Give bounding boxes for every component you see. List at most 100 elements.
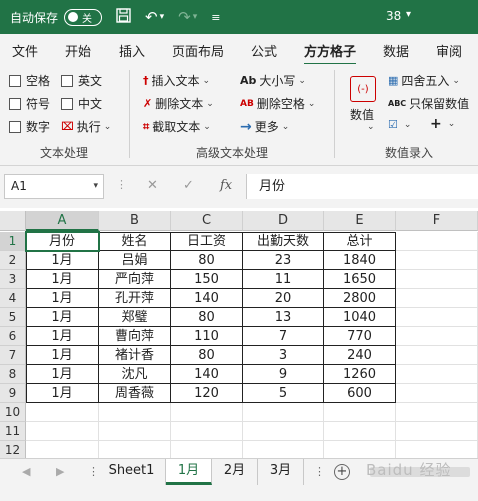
cell-e1[interactable]: 总计 (324, 232, 396, 251)
round-button[interactable]: ▦ 四舍五入 ⌄ (388, 72, 460, 89)
insert-text-button[interactable]: † 插入文本 ⌄ (143, 72, 210, 89)
cell-d6[interactable]: 7 (243, 327, 324, 346)
chevron-down-icon[interactable]: ▾ (93, 175, 98, 198)
cell-f6[interactable] (396, 327, 478, 346)
row-header-6[interactable]: 6 (0, 327, 26, 346)
cell-e5[interactable]: 1040 (324, 308, 396, 327)
save-icon[interactable] (116, 7, 131, 27)
cell-c11[interactable] (171, 422, 243, 441)
cell-e9[interactable]: 600 (324, 384, 396, 403)
cell-d1[interactable]: 出勤天数 (243, 232, 324, 251)
cell-c8[interactable]: 140 (171, 365, 243, 384)
tab-insert[interactable]: 插入 (119, 41, 145, 60)
extract-text-button[interactable]: ⌗ 截取文本 ⌄ (143, 118, 211, 135)
row-header-9[interactable]: 9 (0, 384, 26, 403)
cell-a4[interactable]: 1月 (26, 289, 99, 308)
cell-e2[interactable]: 1840 (324, 251, 396, 270)
customize-qat-icon[interactable]: ≡ (211, 11, 220, 24)
cell-a9[interactable]: 1月 (26, 384, 99, 403)
row-header-5[interactable]: 5 (0, 308, 26, 327)
tab-formulas[interactable]: 公式 (251, 41, 277, 60)
tab-home[interactable]: 开始 (65, 41, 91, 60)
cell-d3[interactable]: 11 (243, 270, 324, 289)
undo-dropdown-icon[interactable]: ▾ (160, 12, 165, 22)
formula-input[interactable]: 月份 (246, 174, 478, 199)
cell-b1[interactable]: 姓名 (99, 232, 171, 251)
cell-e8[interactable]: 1260 (324, 365, 396, 384)
sheet-tab-sheet1[interactable]: Sheet1 (98, 459, 166, 485)
cell-b11[interactable] (99, 422, 171, 441)
cell-d8[interactable]: 9 (243, 365, 324, 384)
column-header-c[interactable]: C (171, 211, 243, 231)
row-header-2[interactable]: 2 (0, 251, 26, 270)
column-header-d[interactable]: D (243, 211, 324, 231)
autosave-toggle[interactable]: 关 (64, 8, 103, 26)
tab-data[interactable]: 数据 (383, 41, 409, 60)
cell-d9[interactable]: 5 (243, 384, 324, 403)
checkbox-english[interactable]: 英文 (61, 72, 102, 89)
cell-d11[interactable] (243, 422, 324, 441)
cell-c6[interactable]: 110 (171, 327, 243, 346)
tab-review[interactable]: 审阅 (436, 41, 462, 60)
cell-a7[interactable]: 1月 (26, 346, 99, 365)
edit-check-button[interactable]: ☑ ⌄ (388, 118, 411, 131)
insert-function-icon[interactable]: fx (220, 178, 232, 193)
cell-d4[interactable]: 20 (243, 289, 324, 308)
cell-b2[interactable]: 吕娟 (99, 251, 171, 270)
keep-number-button[interactable]: ABC 只保留数值 (388, 95, 469, 112)
number-dropdown[interactable]: ⌄ (364, 122, 375, 132)
add-sheet-button[interactable]: + (334, 464, 350, 480)
cell-e7[interactable]: 240 (324, 346, 396, 365)
checkbox-chinese[interactable]: 中文 (61, 95, 102, 112)
checkbox-symbol[interactable]: 符号 (9, 95, 50, 112)
checkbox-space[interactable]: 空格 (9, 72, 50, 89)
cell-e6[interactable]: 770 (324, 327, 396, 346)
cell-a5[interactable]: 1月 (26, 308, 99, 327)
select-all-corner[interactable] (0, 211, 26, 231)
case-button[interactable]: Ab 大小写 ⌄ (240, 72, 306, 89)
tab-file[interactable]: 文件 (12, 41, 38, 60)
cell-f8[interactable] (396, 365, 478, 384)
redo-icon[interactable]: ↷ (178, 8, 191, 26)
cell-b7[interactable]: 褚计香 (99, 346, 171, 365)
sheet-tab-jan[interactable]: 1月 (166, 459, 212, 485)
sheet-tab-feb[interactable]: 2月 (212, 459, 258, 485)
name-box[interactable]: A1 ▾ (4, 174, 104, 199)
cell-c10[interactable] (171, 403, 243, 422)
row-header-4[interactable]: 4 (0, 289, 26, 308)
sheet-tab-mar[interactable]: 3月 (258, 459, 304, 485)
cell-c4[interactable]: 140 (171, 289, 243, 308)
cell-e11[interactable] (324, 422, 396, 441)
column-header-a[interactable]: A (26, 211, 99, 231)
cell-b9[interactable]: 周香薇 (99, 384, 171, 403)
redo-dropdown-icon[interactable]: ▾ (193, 12, 198, 22)
cell-f1[interactable] (396, 232, 478, 251)
row-header-3[interactable]: 3 (0, 270, 26, 289)
cell-b4[interactable]: 孔开萍 (99, 289, 171, 308)
more-button[interactable]: → 更多 ⌄ (240, 118, 289, 135)
next-sheet-icon[interactable]: ▶ (56, 465, 64, 478)
cell-a8[interactable]: 1月 (26, 365, 99, 384)
cell-b8[interactable]: 沈凡 (99, 365, 171, 384)
more-options-icon[interactable]: ⋮ (116, 178, 127, 191)
cell-a10[interactable] (26, 403, 99, 422)
cell-d10[interactable] (243, 403, 324, 422)
checkbox-number[interactable]: 数字 (9, 118, 50, 135)
cell-e10[interactable] (324, 403, 396, 422)
column-header-b[interactable]: B (99, 211, 171, 231)
cell-c7[interactable]: 80 (171, 346, 243, 365)
cell-a11[interactable] (26, 422, 99, 441)
delete-text-button[interactable]: ✗ 删除文本 ⌄ (143, 95, 214, 112)
cell-f10[interactable] (396, 403, 478, 422)
title-caret-icon[interactable]: ▾ (406, 9, 411, 20)
cell-f2[interactable] (396, 251, 478, 270)
cell-b5[interactable]: 郑璧 (99, 308, 171, 327)
row-header-1[interactable]: 1 (0, 232, 26, 251)
prev-sheet-icon[interactable]: ◀ (22, 465, 30, 478)
execute-button[interactable]: ⌧ 执行 ⌄ (61, 118, 111, 135)
cell-d5[interactable]: 13 (243, 308, 324, 327)
add-button[interactable]: + ⌄ (430, 116, 455, 132)
cell-a6[interactable]: 1月 (26, 327, 99, 346)
worksheet-grid[interactable]: A B C D E F 1 月份 姓名 日工资 出勤天数 总计 2 1月 吕娟 80 23 1840 3 1月 严向萍 1… (0, 211, 478, 460)
row-header-8[interactable]: 8 (0, 365, 26, 384)
